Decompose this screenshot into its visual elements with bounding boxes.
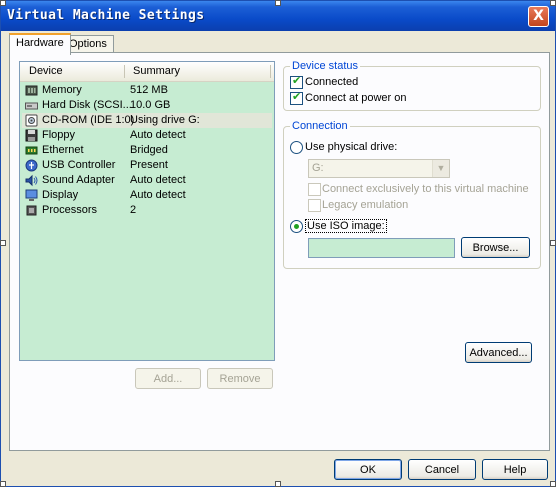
cancel-label: Cancel [424, 464, 460, 476]
close-icon: X [533, 8, 544, 24]
usb-icon [25, 159, 38, 172]
hard-disk-icon [25, 102, 38, 110]
drive-select-value: G: [312, 162, 324, 174]
column-header-summary[interactable]: Summary [133, 65, 180, 77]
resize-handle[interactable] [275, 0, 281, 6]
checkmark-icon: ✔ [292, 90, 302, 103]
processor-icon [26, 205, 37, 216]
resize-handle[interactable] [0, 481, 6, 487]
window-title: Virtual Machine Settings [7, 8, 205, 23]
device-summary: Using drive G: [130, 114, 200, 126]
help-label: Help [503, 464, 527, 476]
use-iso-image-radio[interactable] [290, 220, 303, 233]
add-device-button[interactable]: Add... [135, 368, 201, 389]
device-name: Sound Adapter [42, 174, 115, 186]
chevron-down-icon[interactable]: ▼ [432, 160, 449, 177]
device-row-hard-disk[interactable]: Hard Disk (SCSI... 10.0 GB [22, 98, 272, 113]
dialog-window: Virtual Machine Settings X Hardware Opti… [0, 0, 556, 487]
resize-handle[interactable] [550, 481, 556, 487]
device-status-group: Device status ✔ Connected ✔ Connect at p… [283, 60, 541, 111]
device-row-usb[interactable]: USB Controller Present [22, 158, 272, 173]
browse-button[interactable]: Browse... [461, 237, 530, 258]
connect-at-power-on-checkbox[interactable]: ✔ [290, 90, 303, 105]
column-header-device[interactable]: Device [29, 65, 63, 77]
column-divider[interactable] [124, 65, 125, 78]
device-summary: Present [130, 159, 168, 171]
remove-device-button[interactable]: Remove [207, 368, 273, 389]
device-name: Floppy [42, 129, 76, 141]
device-list-header: Device Summary [20, 62, 274, 82]
legacy-emulation-checkbox[interactable] [308, 199, 321, 212]
device-summary: Auto detect [130, 174, 186, 186]
advanced-button[interactable]: Advanced... [465, 342, 532, 363]
connection-group: Connection Use physical drive: G: ▼ Conn… [283, 120, 541, 269]
resize-handle[interactable] [550, 0, 556, 6]
cancel-button[interactable]: Cancel [408, 459, 476, 480]
device-name: USB Controller [42, 159, 116, 171]
radio-selected-dot [294, 224, 299, 229]
ok-label: OK [360, 464, 376, 476]
resize-handle[interactable] [0, 240, 6, 246]
resize-handle[interactable] [0, 0, 6, 6]
device-list[interactable]: Device Summary Memory 512 MB Hard Disk (… [19, 61, 275, 361]
add-device-label: Add... [153, 373, 183, 385]
device-row-processors[interactable]: Processors 2 [22, 203, 272, 218]
device-summary: 512 MB [130, 84, 168, 96]
browse-label: Browse... [472, 242, 519, 254]
connection-title: Connection [290, 120, 350, 132]
device-summary: Auto detect [130, 129, 186, 141]
device-summary: 2 [130, 204, 137, 216]
tab-hardware[interactable]: Hardware [9, 33, 71, 55]
display-icon [25, 189, 38, 201]
checkmark-icon: ✔ [292, 74, 302, 87]
advanced-label: Advanced... [469, 347, 528, 359]
column-divider[interactable] [270, 65, 271, 78]
device-row-ethernet[interactable]: Ethernet Bridged [22, 143, 272, 158]
drive-select[interactable]: G: ▼ [308, 159, 450, 178]
device-name: Hard Disk (SCSI... [42, 99, 132, 111]
device-row-display[interactable]: Display Auto detect [22, 188, 272, 203]
device-row-floppy[interactable]: Floppy Auto detect [22, 128, 272, 143]
connected-checkbox[interactable]: ✔ [290, 74, 303, 89]
resize-handle[interactable] [275, 481, 281, 487]
tab-hardware-label: Hardware [16, 37, 64, 49]
device-summary: Bridged [130, 144, 168, 156]
use-physical-drive-label: Use physical drive: [305, 141, 398, 153]
use-iso-image-label: Use ISO image: [305, 219, 387, 233]
memory-icon [25, 85, 38, 96]
device-row-memory[interactable]: Memory 512 MB [22, 83, 272, 98]
iso-path-input[interactable] [308, 238, 455, 258]
connect-exclusively-label: Connect exclusively to this virtual mach… [322, 183, 529, 195]
close-button[interactable]: X [528, 6, 549, 27]
ethernet-icon [25, 146, 38, 155]
device-status-title: Device status [290, 60, 361, 72]
resize-handle[interactable] [550, 240, 556, 246]
floppy-icon [25, 129, 38, 142]
device-row-sound[interactable]: Sound Adapter Auto detect [22, 173, 272, 188]
connected-label: Connected [305, 76, 359, 88]
device-name: Ethernet [42, 144, 84, 156]
tab-options-label: Options [69, 38, 107, 50]
connect-exclusively-checkbox[interactable] [308, 183, 321, 196]
device-name: CD-ROM (IDE 1:0) [42, 114, 135, 126]
cdrom-icon [25, 114, 38, 127]
device-name: Display [42, 189, 79, 201]
device-summary: Auto detect [130, 189, 186, 201]
device-name: Processors [42, 204, 98, 216]
remove-device-label: Remove [219, 373, 261, 385]
device-summary: 10.0 GB [130, 99, 171, 111]
legacy-emulation-label: Legacy emulation [322, 199, 409, 211]
device-row-cdrom[interactable]: CD-ROM (IDE 1:0) Using drive G: [22, 113, 272, 128]
sound-icon [25, 174, 38, 187]
device-name: Memory [42, 84, 82, 96]
use-physical-drive-radio[interactable] [290, 141, 303, 154]
connect-at-power-on-label: Connect at power on [305, 92, 407, 104]
ok-button[interactable]: OK [334, 459, 402, 480]
help-button[interactable]: Help [482, 459, 548, 480]
